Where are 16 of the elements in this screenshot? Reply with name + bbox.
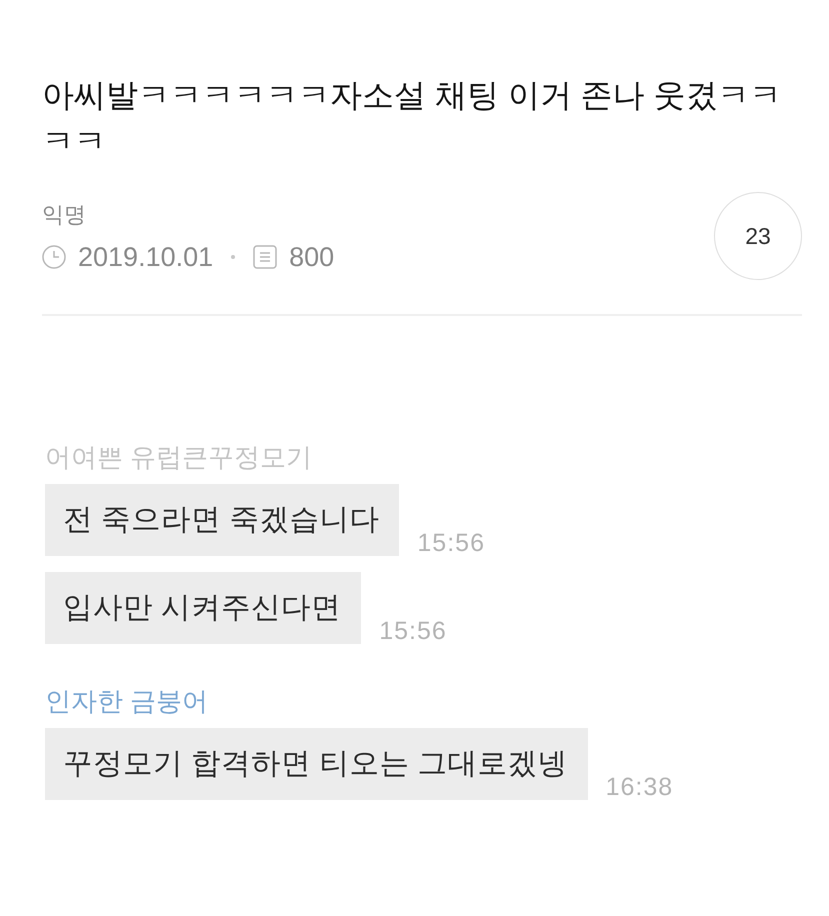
sender-name: 어여쁜 유럽큰꾸정모기 bbox=[45, 442, 312, 472]
post-date: 2019.10.01 bbox=[78, 242, 214, 272]
message-time: 15:56 bbox=[379, 618, 447, 644]
document-icon bbox=[253, 245, 278, 269]
author-name: 익명 bbox=[42, 201, 86, 229]
view-count: 800 bbox=[289, 242, 334, 272]
clock-icon bbox=[42, 245, 66, 269]
message-bubble: 입사만 시켜주신다면 bbox=[45, 572, 362, 644]
separator-dot-icon bbox=[231, 255, 236, 259]
post-title: 아씨발ㅋㅋㅋㅋㅋㅋ자소설 채팅 이거 존나 웃겼ㅋㅋㅋㅋ bbox=[42, 76, 783, 161]
message-bubble: 꾸정모기 합격하면 티오는 그대로겠넹 bbox=[45, 728, 588, 800]
message-time: 15:56 bbox=[417, 530, 485, 556]
sender-name: 인자한 금붕어 bbox=[45, 686, 208, 716]
comment-count-badge[interactable]: 23 bbox=[714, 192, 802, 280]
message-time: 16:38 bbox=[606, 774, 674, 800]
message-bubble: 전 죽으라면 죽겠습니다 bbox=[45, 484, 400, 556]
